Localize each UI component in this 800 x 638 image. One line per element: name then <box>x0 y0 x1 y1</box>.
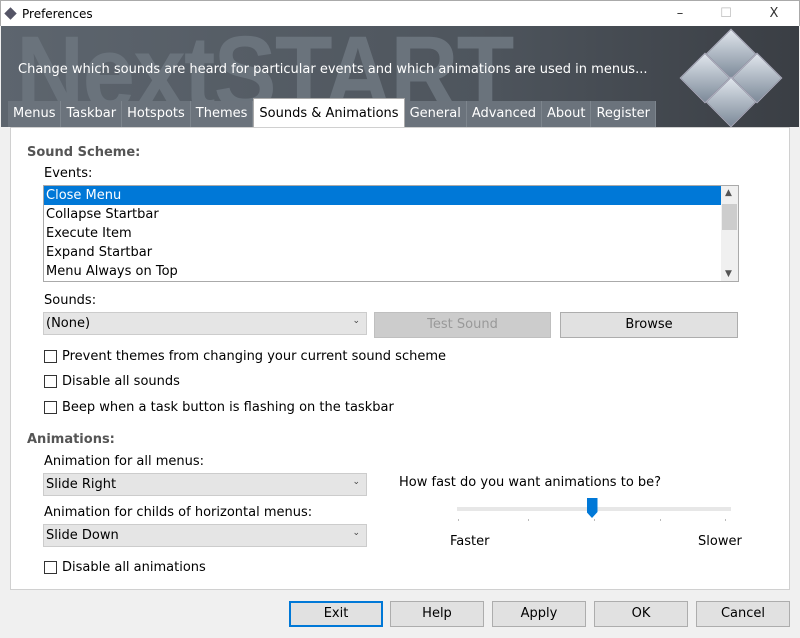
tab-hotspots[interactable]: Hotspots <box>122 101 191 127</box>
tab-general[interactable]: General <box>405 101 467 127</box>
faster-label: Faster <box>450 534 490 549</box>
maximize-button[interactable]: ☐ <box>703 1 749 27</box>
sound-select[interactable]: (None) ⌄ <box>43 312 367 335</box>
browse-button[interactable]: Browse <box>560 312 738 338</box>
list-item[interactable]: Menu Always on Top <box>44 262 738 281</box>
chevron-down-icon: ⌄ <box>352 316 360 326</box>
list-item[interactable]: Close Menu <box>44 186 721 205</box>
menus-animation-label: Animation for all menus: <box>44 454 205 469</box>
banner-description: Change which sounds are heard for partic… <box>18 62 648 77</box>
chevron-down-icon: ⌄ <box>352 477 360 487</box>
checkbox-box[interactable] <box>44 350 57 363</box>
list-item[interactable]: Collapse Startbar <box>44 205 738 224</box>
close-button[interactable]: X <box>751 1 797 27</box>
app-icon <box>4 7 17 20</box>
childs-animation-select[interactable]: Slide Down ⌄ <box>43 524 367 547</box>
title-bar: Preferences – ☐ X <box>0 0 800 26</box>
window-title: Preferences <box>22 7 93 21</box>
chevron-down-icon: ⌄ <box>352 528 360 538</box>
list-item[interactable]: Execute Item <box>44 224 738 243</box>
sound-select-value: (None) <box>46 316 91 331</box>
apply-button[interactable]: Apply <box>492 601 586 627</box>
help-button[interactable]: Help <box>390 601 484 627</box>
tab-taskbar[interactable]: Taskbar <box>61 101 123 127</box>
ok-button[interactable]: OK <box>594 601 688 627</box>
animations-header: Animations: <box>27 432 115 447</box>
checkbox-box[interactable] <box>44 561 57 574</box>
checkbox-box[interactable] <box>44 401 57 414</box>
tab-about[interactable]: About <box>542 101 592 127</box>
nextstart-logo-icon <box>679 28 783 127</box>
checkbox-box[interactable] <box>44 375 57 388</box>
menus-animation-value: Slide Right <box>46 477 117 492</box>
disable-animations-checkbox[interactable]: Disable all animations <box>44 560 206 575</box>
events-label: Events: <box>44 166 93 181</box>
menus-animation-select[interactable]: Slide Right ⌄ <box>43 473 367 496</box>
slider-tick <box>594 519 595 521</box>
slider-tick <box>458 519 459 521</box>
slower-label: Slower <box>698 534 742 549</box>
scroll-down-icon[interactable]: ▼ <box>725 269 732 279</box>
slider-tick <box>528 519 529 521</box>
childs-animation-value: Slide Down <box>46 528 119 543</box>
test-sound-button[interactable]: Test Sound <box>374 312 551 338</box>
events-list[interactable]: Close Menu Collapse Startbar Execute Ite… <box>43 185 739 282</box>
childs-animation-label: Animation for childs of horizontal menus… <box>44 505 313 520</box>
exit-button[interactable]: Exit <box>289 601 383 627</box>
beep-flashing-checkbox[interactable]: Beep when a task button is flashing on t… <box>44 400 394 415</box>
sound-scheme-header: Sound Scheme: <box>27 145 141 160</box>
tab-register[interactable]: Register <box>591 101 656 127</box>
slider-tick <box>725 519 726 521</box>
sounds-label: Sounds: <box>44 293 97 308</box>
slider-tick <box>660 519 661 521</box>
tab-menus[interactable]: Menus <box>8 101 62 127</box>
cancel-button[interactable]: Cancel <box>696 601 790 627</box>
checkbox-label: Disable all animations <box>62 560 206 575</box>
scroll-up-icon[interactable]: ▲ <box>725 188 732 198</box>
checkbox-label: Beep when a task button is flashing on t… <box>62 400 394 415</box>
tab-bar: Menus Taskbar Hotspots Themes Sounds & A… <box>8 98 656 127</box>
minimize-button[interactable]: – <box>657 1 703 27</box>
tab-themes[interactable]: Themes <box>191 101 254 127</box>
prevent-themes-checkbox[interactable]: Prevent themes from changing your curren… <box>44 349 446 364</box>
checkbox-label: Prevent themes from changing your curren… <box>62 349 446 364</box>
scrollbar-thumb[interactable] <box>722 204 737 230</box>
checkbox-label: Disable all sounds <box>62 374 180 389</box>
disable-sounds-checkbox[interactable]: Disable all sounds <box>44 374 180 389</box>
tab-advanced[interactable]: Advanced <box>467 101 543 127</box>
list-item[interactable]: Expand Startbar <box>44 243 738 262</box>
events-scrollbar[interactable]: ▲ ▼ <box>721 186 738 281</box>
tab-sounds-animations[interactable]: Sounds & Animations <box>253 98 405 127</box>
speed-question: How fast do you want animations to be? <box>399 475 662 490</box>
